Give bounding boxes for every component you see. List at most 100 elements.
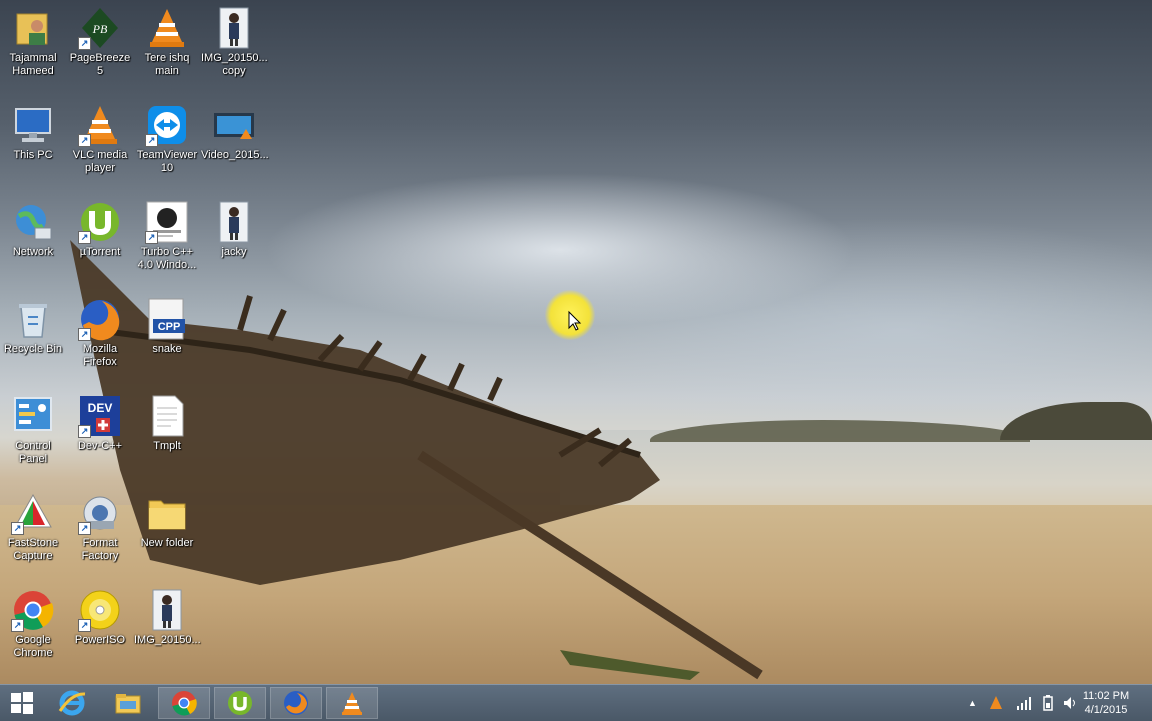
photo-icon	[212, 6, 256, 50]
desktop-icon-label: Google Chrome	[13, 634, 53, 659]
user-folder-icon	[11, 6, 55, 50]
folder-icon	[145, 491, 189, 535]
desktop-icon-tajammal-hameed[interactable]: Tajammal Hameed	[0, 2, 66, 92]
desktop-icon-faststone-capture[interactable]: ↗ FastStone Capture	[0, 487, 66, 577]
shortcut-arrow-icon: ↗	[78, 231, 91, 244]
taskbar-utorrent[interactable]	[214, 687, 266, 719]
desktop-icon-snake[interactable]: CPP snake	[134, 293, 200, 383]
internet-explorer-icon	[58, 690, 86, 716]
control-panel-icon	[11, 394, 55, 438]
firefox-icon	[284, 691, 308, 715]
windows-logo-icon	[11, 692, 33, 714]
desktop-icon-label: Dev-C++	[77, 440, 123, 452]
shortcut-arrow-icon: ↗	[78, 134, 91, 147]
taskbar-vlc[interactable]	[326, 687, 378, 719]
start-button[interactable]	[0, 687, 44, 719]
svg-text:DEV: DEV	[88, 401, 113, 415]
desktop-icon-jacky[interactable]: jacky	[201, 196, 267, 286]
desktop-icon-label: Mozilla Firefox	[82, 343, 118, 368]
desktop-icon-label: IMG_20150...	[134, 634, 201, 646]
faststone-icon: ↗	[11, 491, 55, 535]
vlc-tray-icon	[990, 696, 1002, 709]
taskbar-clock[interactable]: 11:02 PM 4/1/2015	[1076, 689, 1136, 717]
desktop-icon-label: µTorrent	[79, 246, 121, 258]
vlc-file-icon	[145, 6, 189, 50]
desktop-icon-vlc-media-player[interactable]: ↗ VLC media player	[67, 99, 133, 189]
shortcut-arrow-icon: ↗	[78, 522, 91, 535]
desktop-icon-label: FastStone Capture	[7, 537, 59, 562]
turbo-cpp-icon: ↗	[145, 200, 189, 244]
desktop-icon-video-2015[interactable]: Video_2015...	[201, 99, 269, 189]
desktop-icon-img-20150[interactable]: IMG_20150...	[134, 584, 201, 674]
desktop-icon-label: snake	[152, 343, 182, 355]
desktop-icon-label: VLC media player	[72, 149, 128, 174]
utorrent-icon: ↗	[78, 200, 122, 244]
desktop-icon-network[interactable]: Network	[0, 196, 66, 286]
tray-network[interactable]	[1016, 685, 1032, 721]
recycle-bin-icon	[11, 297, 55, 341]
desktop-icon-label: TeamViewer 10	[136, 149, 198, 174]
desktop-icon-label: This PC	[13, 149, 53, 161]
tray-vlc[interactable]	[988, 685, 1004, 721]
shortcut-arrow-icon: ↗	[78, 619, 91, 632]
taskbar-chrome[interactable]	[158, 687, 210, 719]
desktop-icon-img-20150-copy[interactable]: IMG_20150... copy	[201, 2, 268, 92]
vlc-icon	[342, 692, 362, 715]
desktop-icon-mozilla-firefox[interactable]: ↗ Mozilla Firefox	[67, 293, 133, 383]
desktop-icon-poweriso[interactable]: ↗ PowerISO	[67, 584, 133, 674]
desktop-icon-this-pc[interactable]: This PC	[0, 99, 66, 189]
desktop-icon-tmplt[interactable]: Tmplt	[134, 390, 200, 480]
desktop-icon-label: New folder	[140, 537, 194, 549]
shortcut-arrow-icon: ↗	[78, 425, 91, 438]
battery-icon	[1043, 695, 1053, 711]
desktop-icon-pagebreeze-5[interactable]: PB ↗ PageBreeze 5	[67, 2, 133, 92]
desktop-icon-new-folder[interactable]: New folder	[134, 487, 200, 577]
dev-cpp-icon: DEV ↗	[78, 394, 122, 438]
photo-icon	[145, 588, 189, 632]
file-explorer-icon	[115, 694, 141, 714]
desktop-icon-turbo-c-4-0-windo[interactable]: ↗ Turbo C++ 4.0 Windo...	[134, 196, 200, 286]
desktop-icon-dev-c[interactable]: DEV ↗ Dev-C++	[67, 390, 133, 480]
svg-text:CPP: CPP	[158, 321, 181, 333]
chrome-icon	[172, 691, 197, 716]
taskbar-firefox[interactable]	[270, 687, 322, 719]
vlc-icon: ↗	[78, 103, 122, 147]
computer-icon	[11, 103, 55, 147]
taskbar: ▲ 11:02 PM 4/1/2015	[0, 684, 1152, 721]
desktop-icon-label: PageBreeze 5	[69, 52, 131, 77]
desktop-icon-format-factory[interactable]: ↗ Format Factory	[67, 487, 133, 577]
cursor-highlight	[545, 290, 595, 340]
network-icon	[11, 200, 55, 244]
show-hidden-icons-button[interactable]: ▲	[968, 685, 977, 721]
desktop-icon-label: IMG_20150... copy	[201, 52, 268, 77]
desktop-icon-tere-ishq-main[interactable]: Tere ishq main	[134, 2, 200, 92]
shortcut-arrow-icon: ↗	[11, 619, 24, 632]
teamviewer-icon: ↗	[145, 103, 189, 147]
shortcut-arrow-icon: ↗	[78, 37, 91, 50]
desktop-icon-label: Network	[12, 246, 54, 258]
utorrent-icon	[228, 691, 252, 715]
shortcut-arrow-icon: ↗	[145, 231, 158, 244]
desktop-icon-label: PowerISO	[74, 634, 126, 646]
chrome-icon: ↗	[11, 588, 55, 632]
desktop-icon-google-chrome[interactable]: ↗ Google Chrome	[0, 584, 66, 674]
desktop-wallpaper: Tajammal Hameed PB ↗ PageBreeze 5 Tere ishq …	[0, 0, 1152, 684]
pagebreeze-icon: PB ↗	[78, 6, 122, 50]
poweriso-icon: ↗	[78, 588, 122, 632]
desktop-icon-label: Recycle Bin	[3, 343, 63, 355]
desktop-icon-control-panel[interactable]: Control Panel	[0, 390, 66, 480]
tray-battery[interactable]	[1040, 685, 1056, 721]
network-signal-icon	[1017, 697, 1031, 710]
desktop-icon-label: Turbo C++ 4.0 Windo...	[137, 246, 197, 271]
taskbar-internet-explorer[interactable]	[46, 687, 98, 719]
shortcut-arrow-icon: ↗	[11, 522, 24, 535]
taskbar-file-explorer[interactable]	[102, 687, 154, 719]
text-file-icon	[145, 394, 189, 438]
shortcut-arrow-icon: ↗	[145, 134, 158, 147]
desktop-icon-label: Control Panel	[15, 440, 51, 465]
firefox-icon: ↗	[78, 297, 122, 341]
desktop-icon-recycle-bin[interactable]: Recycle Bin	[0, 293, 66, 383]
desktop-icon-teamviewer-10[interactable]: ↗ TeamViewer 10	[134, 99, 200, 189]
desktop-icon-µtorrent[interactable]: ↗ µTorrent	[67, 196, 133, 286]
clock-date: 4/1/2015	[1084, 704, 1128, 716]
